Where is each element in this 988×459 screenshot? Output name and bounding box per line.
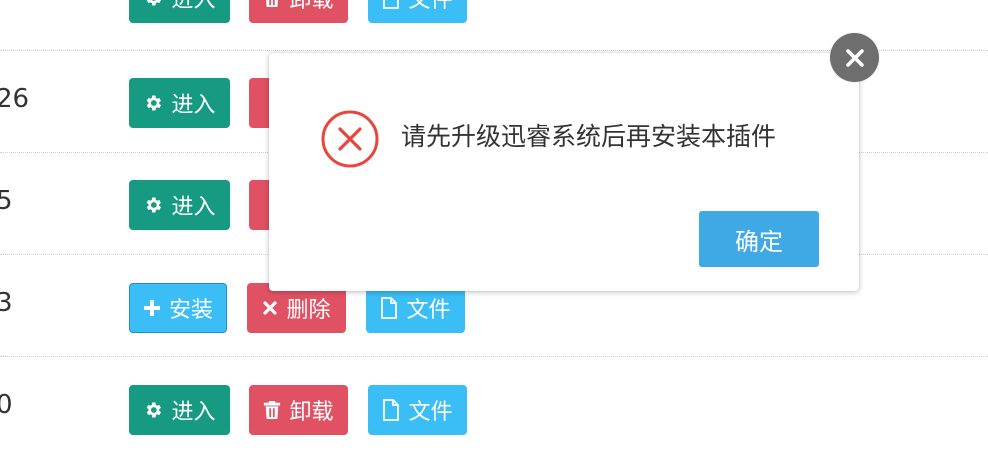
plus-icon xyxy=(143,300,160,316)
file-label: 文件 xyxy=(408,400,453,425)
gear-icon xyxy=(147,402,162,418)
file-label: 文件 xyxy=(406,298,451,323)
uninstall-label: 卸载 xyxy=(289,0,334,13)
alert-dialog: 请先升级迅睿系统后再安装本插件 确定 xyxy=(269,53,859,291)
row-number: 0 xyxy=(0,390,13,420)
uninstall-button[interactable]: 卸载 xyxy=(249,0,348,23)
dialog-close-button[interactable] xyxy=(830,33,879,82)
enter-button[interactable]: 进入 xyxy=(129,385,230,435)
table-row: 0 进入 卸载 文件 xyxy=(0,357,988,459)
trash-icon xyxy=(266,0,279,8)
enter-label: 进入 xyxy=(171,0,216,13)
enter-button[interactable]: 进入 xyxy=(129,180,230,230)
dialog-message: 请先升级迅睿系统后再安装本插件 xyxy=(401,122,777,151)
file-icon xyxy=(381,297,398,319)
file-button[interactable]: 文件 xyxy=(368,385,467,435)
gear-icon xyxy=(147,0,162,6)
row-number: 5 xyxy=(0,186,13,216)
file-icon xyxy=(383,0,400,9)
install-button[interactable]: 安装 xyxy=(129,283,227,333)
confirm-button[interactable]: 确定 xyxy=(699,211,819,267)
enter-button[interactable]: 进入 xyxy=(129,0,230,23)
install-label: 安装 xyxy=(168,298,213,323)
uninstall-label: 卸载 xyxy=(289,400,334,425)
file-icon xyxy=(383,399,400,421)
gear-icon xyxy=(147,197,162,213)
uninstall-button[interactable]: 卸载 xyxy=(249,385,348,435)
file-label: 文件 xyxy=(408,0,453,13)
enter-label: 进入 xyxy=(171,93,216,118)
enter-label: 进入 xyxy=(171,400,216,425)
row-number: 3 xyxy=(0,288,13,318)
close-icon xyxy=(845,48,864,67)
gear-icon xyxy=(147,95,162,111)
row-number: 26 xyxy=(0,84,30,114)
trash-icon xyxy=(264,401,281,419)
close-icon xyxy=(263,301,278,315)
delete-label: 删除 xyxy=(286,298,331,323)
error-circle-icon xyxy=(321,110,379,168)
enter-button[interactable]: 进入 xyxy=(129,78,230,128)
file-button[interactable]: 文件 xyxy=(368,0,467,23)
enter-label: 进入 xyxy=(171,195,216,220)
